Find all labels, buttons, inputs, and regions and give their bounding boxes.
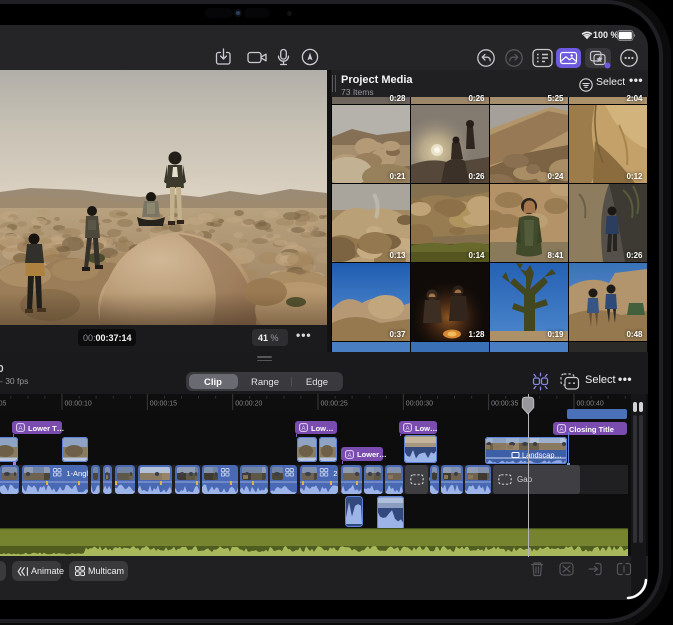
svg-text:00:00:25: 00:00:25 (321, 401, 348, 408)
svg-text:00:00:05: 00:00:05 (0, 401, 7, 408)
svg-text:00:00:20: 00:00:20 (235, 401, 262, 408)
svg-text:00:00:10: 00:00:10 (65, 401, 92, 408)
svg-text:A: A (18, 426, 22, 432)
svg-text:1-Angl…: 1-Angl… (66, 469, 88, 478)
svg-text:00:00:30: 00:00:30 (406, 401, 433, 408)
svg-text:00:00:15: 00:00:15 (150, 401, 177, 408)
svg-text:A: A (405, 426, 409, 432)
svg-text:00:00:40: 00:00:40 (577, 401, 604, 408)
svg-text:A: A (347, 452, 351, 458)
svg-text:A: A (301, 426, 305, 432)
svg-text:A: A (559, 427, 563, 433)
svg-text:00:00:35: 00:00:35 (491, 401, 518, 408)
svg-text:2…: 2… (333, 469, 338, 478)
